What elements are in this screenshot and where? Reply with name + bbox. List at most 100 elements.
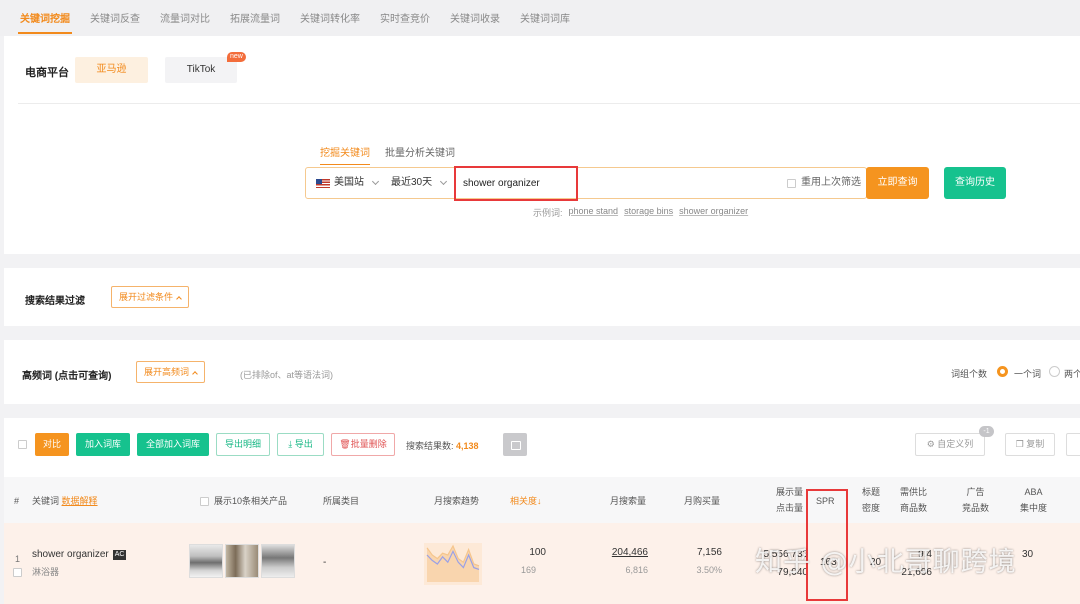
- search-panel: 电商平台 亚马逊 TikTok new 挖掘关键词 批量分析关键词 美国站 最近…: [4, 36, 1080, 254]
- trash-icon: 🗑: [339, 439, 351, 449]
- custom-columns-label: 自定义列: [937, 439, 974, 449]
- platform-amazon-button[interactable]: 亚马逊: [75, 57, 148, 83]
- col-aba: ABA 集中度: [1020, 485, 1047, 515]
- save-icon[interactable]: [503, 433, 527, 456]
- col-trend: 月搜索趋势: [434, 496, 480, 506]
- radio-one-word[interactable]: [997, 366, 1008, 377]
- col-products: 展示10条相关产品: [200, 494, 287, 508]
- filter-panel: 搜索结果过滤 展开过滤条件: [4, 268, 1080, 326]
- site-select[interactable]: 美国站: [316, 168, 380, 198]
- tab-conversion-rate[interactable]: 关键词转化率: [290, 0, 370, 36]
- tab-keyword-reverse[interactable]: 关键词反查: [80, 0, 150, 36]
- col-title-density-label: 标题: [862, 487, 881, 497]
- us-flag-icon: [316, 178, 330, 188]
- add-library-button[interactable]: 加入词库: [76, 433, 130, 456]
- example-keyword[interactable]: phone stand: [569, 206, 619, 219]
- chevron-up-icon: [176, 296, 182, 302]
- download-icon: ⤓: [288, 439, 293, 449]
- tab-keyword-index[interactable]: 关键词收录: [440, 0, 510, 36]
- checkbox-icon: [787, 178, 796, 188]
- high-frequency-note: (已排除of、at等语法词): [240, 370, 334, 380]
- row-keyword[interactable]: shower organizer AC: [32, 549, 127, 560]
- example-keyword[interactable]: shower organizer: [679, 206, 748, 219]
- expand-filter-button[interactable]: 展开过滤条件: [111, 286, 190, 308]
- custom-columns-badge: -1: [979, 426, 994, 437]
- row-checkbox[interactable]: [13, 568, 22, 577]
- more-button[interactable]: [1066, 433, 1080, 456]
- col-ad-label: 广告: [966, 487, 985, 497]
- col-impressions-label: 展示量: [776, 487, 804, 497]
- tab-realtime-bid[interactable]: 实时查竞价: [370, 0, 440, 36]
- monthly-trend-chart: [424, 543, 482, 585]
- batch-delete-label: 批量删除: [350, 439, 387, 449]
- col-products-label: 展示10条相关产品: [214, 496, 288, 506]
- product-thumbnail[interactable]: [189, 544, 223, 578]
- col-ad-competitors: 广告 竞品数: [962, 485, 989, 515]
- result-count: 搜索结果数: 4,138: [406, 439, 479, 452]
- gear-icon: ⚙: [926, 439, 935, 449]
- tab-keyword-mining[interactable]: 关键词挖掘: [10, 0, 80, 36]
- row-index: 1: [15, 554, 21, 564]
- export-detail-button[interactable]: 导出明细: [216, 433, 270, 456]
- col-relevance[interactable]: 相关度↓: [510, 494, 542, 508]
- row-keyword-text: shower organizer: [32, 549, 109, 560]
- reuse-filter-checkbox[interactable]: 重用上次筛选: [787, 168, 861, 198]
- tab-traffic-compare[interactable]: 流量词对比: [150, 0, 220, 36]
- row-monthly-purchase: 7,156: [696, 547, 722, 558]
- high-frequency-panel: 高频词 (点击可查询) 展开高频词 (已排除of、at等语法词) 词组个数 一个…: [4, 340, 1080, 404]
- select-all-checkbox[interactable]: [18, 440, 27, 449]
- add-all-library-button[interactable]: 全部加入词库: [137, 433, 209, 456]
- period-select-value: 最近30天: [391, 177, 433, 188]
- copy-label: 复制: [1026, 439, 1045, 449]
- radio-one-word-label: 一个词: [1014, 369, 1042, 379]
- expand-high-frequency-button[interactable]: 展开高频词: [136, 361, 206, 383]
- tab-batch-analyze[interactable]: 批量分析关键词: [385, 144, 455, 159]
- product-thumbnail[interactable]: [261, 544, 295, 578]
- sort-down-icon: ↓: [537, 496, 542, 506]
- copy-icon: ❐: [1015, 439, 1024, 449]
- batch-delete-button[interactable]: 🗑批量删除: [331, 433, 395, 456]
- tab-keyword-library[interactable]: 关键词词库: [510, 0, 580, 36]
- export-label: 导出: [294, 439, 313, 449]
- row-relevance-sub: 169: [520, 565, 536, 575]
- result-count-label: 搜索结果数:: [406, 441, 454, 451]
- col-monthly-search: 月搜索量: [610, 496, 647, 506]
- col-keyword-label: 关键词: [32, 496, 60, 506]
- export-button[interactable]: ⤓ 导出: [277, 433, 324, 456]
- data-explain-link[interactable]: 数据解释: [62, 496, 98, 506]
- row-monthly-search[interactable]: 204,466: [594, 547, 648, 558]
- col-supply-ratio: 需供比 商品数: [900, 485, 927, 515]
- product-thumbnail[interactable]: [225, 544, 259, 578]
- expand-high-frequency-label: 展开高频词: [144, 367, 190, 377]
- row-purchase-rate: 3.50%: [696, 565, 722, 575]
- high-frequency-label: 高频词 (点击可查询): [22, 371, 112, 382]
- tab-expand-traffic[interactable]: 拓展流量词: [220, 0, 290, 36]
- compare-button[interactable]: 对比: [35, 433, 69, 456]
- result-count-value: 4,138: [456, 441, 479, 451]
- col-concentration-label: 集中度: [1020, 503, 1048, 513]
- query-button[interactable]: 立即查询: [866, 167, 929, 199]
- examples-label: 示例词:: [533, 208, 563, 218]
- col-monthly-purchase: 月购买量: [684, 496, 721, 506]
- col-clicks-label: 点击量: [776, 503, 804, 513]
- col-relevance-label: 相关度: [510, 496, 538, 506]
- col-title-density: 标题 密度: [862, 485, 880, 515]
- period-select[interactable]: 最近30天: [391, 168, 448, 198]
- custom-columns-button[interactable]: ⚙ 自定义列: [915, 433, 985, 456]
- col-title-density-label-2: 密度: [862, 503, 881, 513]
- row-relevance: 100: [529, 547, 546, 558]
- col-impressions: 展示量 点击量: [776, 485, 803, 515]
- watermark-text: 知乎 @小北哥聊跨境: [755, 547, 1017, 578]
- ac-badge: AC: [112, 550, 127, 560]
- copy-button[interactable]: ❐ 复制: [1005, 433, 1055, 456]
- expand-filter-label: 展开过滤条件: [119, 292, 174, 302]
- row-aba: 30: [1022, 549, 1034, 560]
- top-tab-bar: 关键词挖掘 关键词反查 流量词对比 拓展流量词 关键词转化率 实时查竞价 关键词…: [0, 0, 1080, 36]
- show-products-checkbox[interactable]: [200, 496, 209, 506]
- tab-mine-keywords[interactable]: 挖掘关键词: [320, 144, 370, 165]
- radio-two-words-label: 两个: [1064, 369, 1080, 379]
- col-product-count-label: 商品数: [900, 503, 928, 513]
- history-button[interactable]: 查询历史: [944, 167, 1006, 199]
- example-keyword[interactable]: storage bins: [624, 206, 673, 219]
- radio-two-words[interactable]: [1049, 366, 1060, 377]
